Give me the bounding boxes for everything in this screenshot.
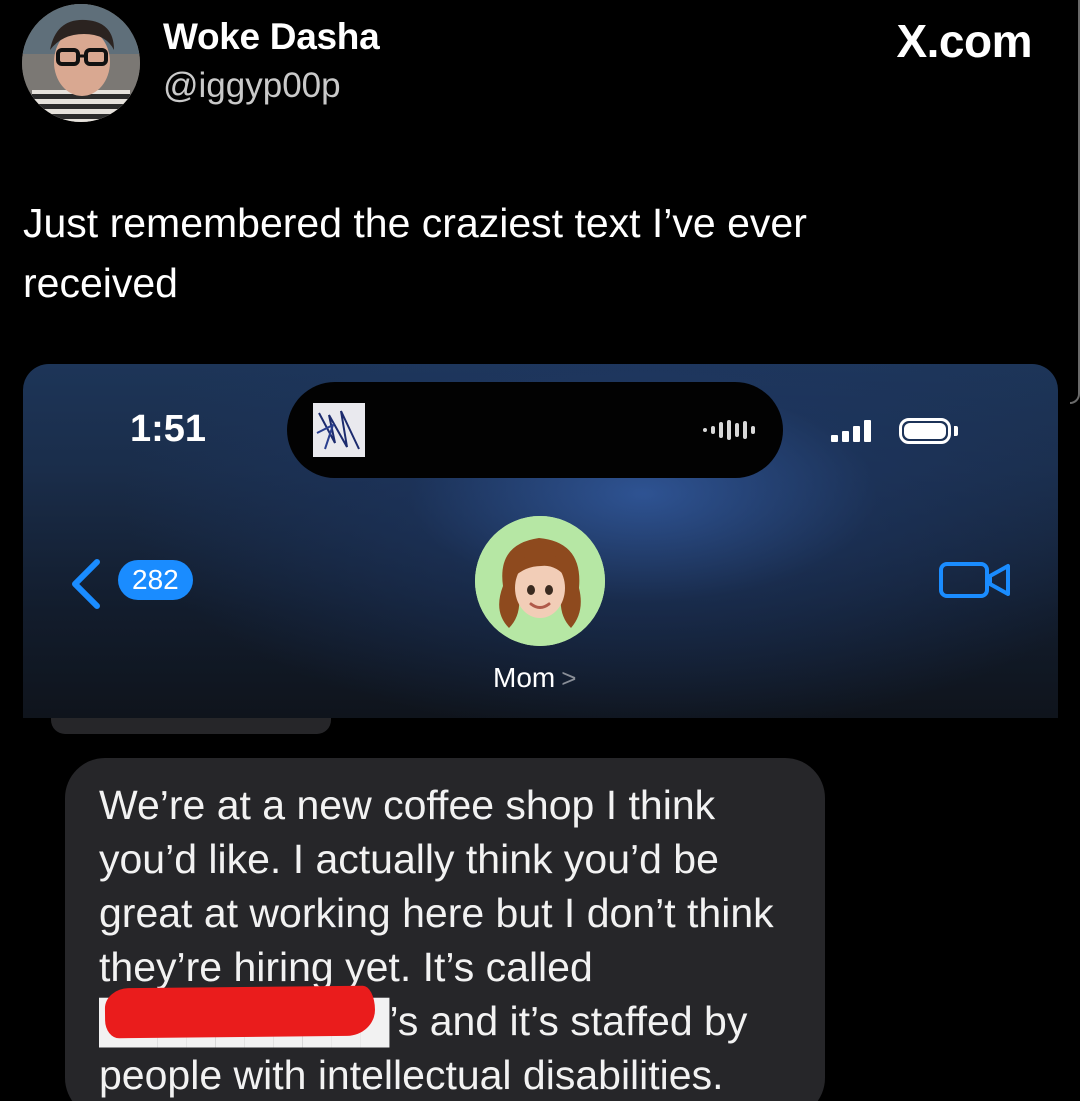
message-text: We’re at a new coffee shop I think you’d… <box>99 782 774 1098</box>
battery-tip <box>954 426 958 436</box>
chevron-right-icon: > <box>561 663 577 693</box>
profile-photo <box>22 4 140 122</box>
chevron-left-icon[interactable] <box>63 554 109 614</box>
status-bar-time: 1:51 <box>130 408 207 450</box>
user-handle[interactable]: @iggyp00p <box>163 66 341 106</box>
dynamic-island[interactable] <box>287 382 783 478</box>
tweet-text: Just remembered the craziest text I’ve e… <box>23 200 807 306</box>
contact-avatar[interactable] <box>475 516 605 646</box>
contact-name: Mom <box>493 662 556 693</box>
display-name[interactable]: Woke Dasha <box>163 16 380 58</box>
cellular-signal-icon <box>831 420 871 442</box>
scrollbar[interactable] <box>1070 0 1080 404</box>
site-watermark: X.com <box>896 15 1032 67</box>
video-camera-icon[interactable] <box>938 560 1012 600</box>
previous-message-bubble <box>51 718 331 734</box>
audio-waveform-icon <box>703 420 755 440</box>
now-playing-artwork <box>313 403 365 457</box>
unread-count-badge[interactable]: 282 <box>118 560 193 600</box>
red-redaction-mark <box>104 985 376 1039</box>
memoji-avatar <box>475 516 605 646</box>
battery-icon <box>899 418 951 444</box>
messages-header: 1:51 282 Mom > <box>23 364 1058 718</box>
profile-avatar[interactable] <box>22 4 140 122</box>
contact-name-link[interactable]: Mom > <box>493 662 576 694</box>
embedded-screenshot[interactable]: 1:51 282 Mom > We’re at a new coffee sho… <box>23 364 1058 1101</box>
